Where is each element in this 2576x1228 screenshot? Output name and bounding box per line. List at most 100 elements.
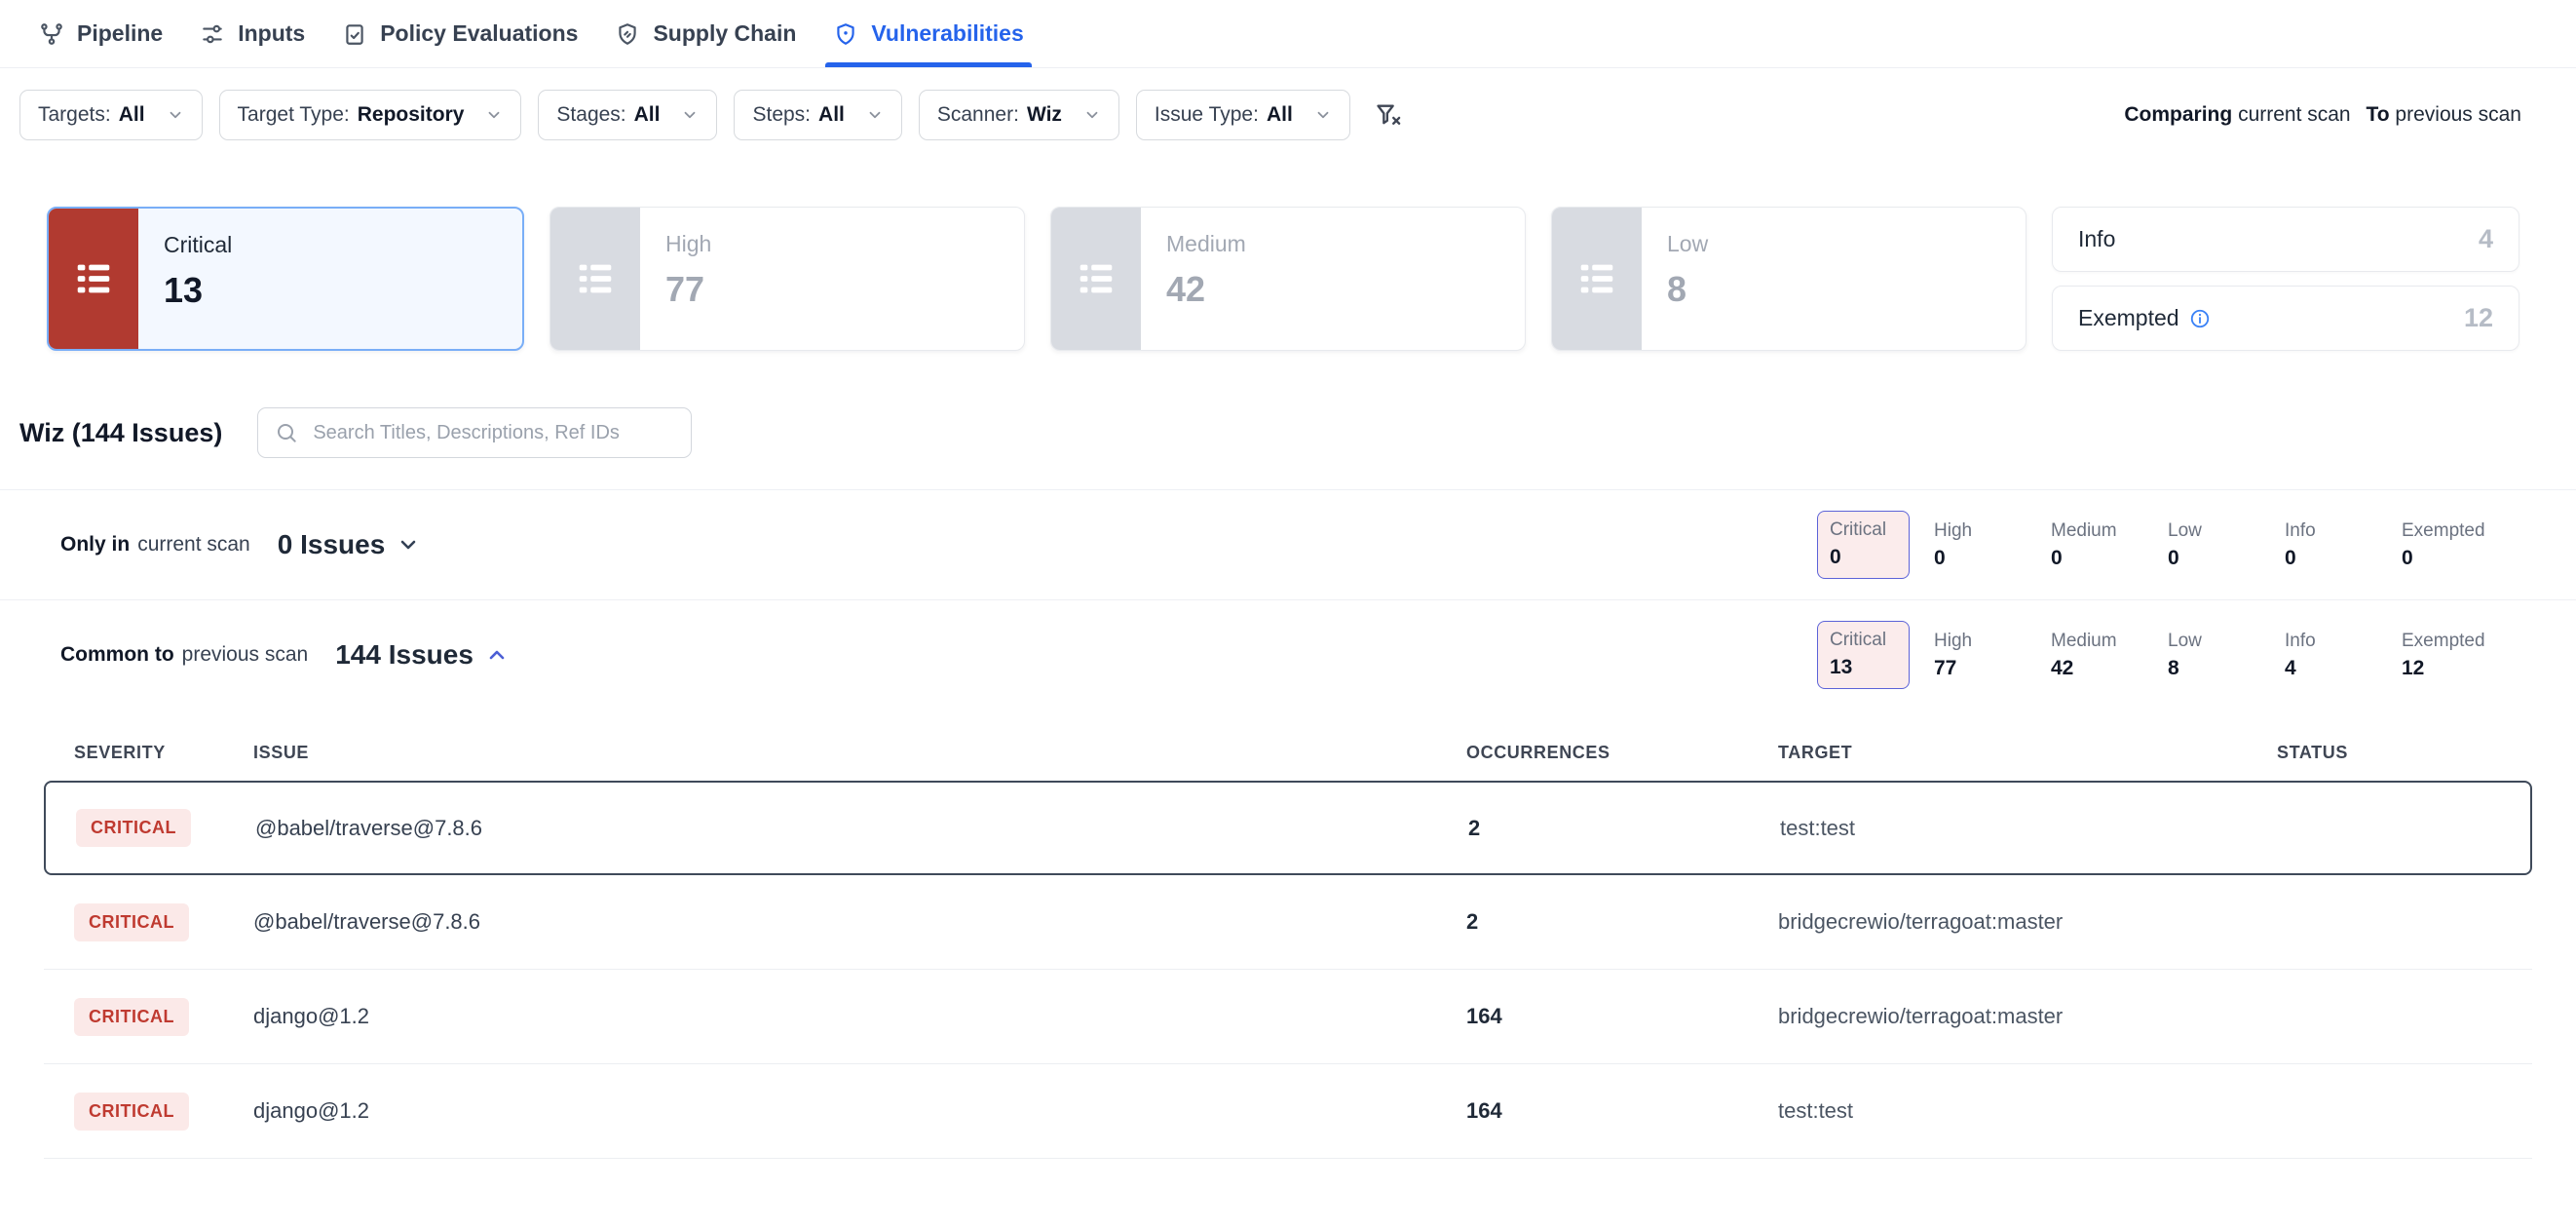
table-row[interactable]: CRITICAL django@1.2 164 bridgecrewio/ter…: [44, 970, 2532, 1064]
table-header-row: SEVERITY ISSUE OCCURRENCES TARGET STATUS: [44, 723, 2532, 781]
section-scope: current scan: [137, 533, 250, 556]
tab-policy-evaluations[interactable]: Policy Evaluations: [328, 0, 591, 67]
severity-card-value: 8: [1667, 269, 1708, 310]
count-low[interactable]: Low 0: [2168, 520, 2285, 570]
issue-name: @babel/traverse@7.8.6: [223, 909, 1436, 935]
tab-supply-chain[interactable]: Supply Chain: [601, 0, 810, 67]
count-exempted[interactable]: Exempted 12: [2402, 631, 2519, 680]
count-value: 0: [2402, 547, 2519, 570]
issues-table: SEVERITY ISSUE OCCURRENCES TARGET STATUS…: [0, 723, 2576, 1159]
tab-label: Supply Chain: [653, 20, 796, 47]
severity-card-label: High: [665, 231, 711, 257]
filter-target-type[interactable]: Target Type: Repository: [219, 90, 522, 140]
top-tab-bar: Pipeline Inputs Policy Evaluations Suppl…: [0, 0, 2576, 68]
chevron-down-icon: [1314, 106, 1332, 124]
count-label: Info: [2285, 520, 2402, 542]
count-value: 77: [1934, 657, 2051, 680]
section-issues-count: 144 Issues: [335, 639, 474, 671]
count-info[interactable]: Info 4: [2285, 631, 2402, 680]
count-value: 0: [1934, 547, 2051, 570]
occurrences: 164: [1436, 1004, 1748, 1029]
col-occurrences: OCCURRENCES: [1436, 743, 1748, 763]
search-input[interactable]: [257, 407, 692, 458]
comparing-label: Comparing: [2124, 103, 2232, 126]
count-critical[interactable]: Critical 13: [1817, 621, 1910, 689]
count-info[interactable]: Info 0: [2285, 520, 2402, 570]
comparing-previous: previous scan: [2395, 103, 2521, 126]
severity-badge: CRITICAL: [74, 998, 189, 1036]
severity-card-high[interactable]: High 77: [549, 207, 1025, 351]
tab-inputs[interactable]: Inputs: [186, 0, 319, 67]
side-severity-column: Info 4 Exempted 12: [2052, 207, 2519, 351]
filter-label: Stages:: [556, 103, 625, 127]
count-critical[interactable]: Critical 0: [1817, 511, 1910, 579]
issue-name: django@1.2: [223, 1098, 1436, 1124]
comparing-to-label: To: [2366, 103, 2389, 126]
severity-card-critical[interactable]: Critical 13: [47, 207, 524, 351]
count-value: 0: [2051, 547, 2168, 570]
count-label: Medium: [2051, 631, 2168, 652]
severity-cards-row: Critical 13 High 77 Medium 42 Low 8 I: [0, 207, 2576, 351]
count-value: 8: [2168, 657, 2285, 680]
compare-header: Comparing current scan To previous scan: [2124, 103, 2549, 127]
count-label: Low: [2168, 520, 2285, 542]
col-issue: ISSUE: [223, 743, 1436, 763]
count-label: High: [1934, 520, 2051, 542]
severity-card-label: Critical: [164, 232, 232, 258]
table-row[interactable]: CRITICAL @babel/traverse@7.8.6 2 test:te…: [44, 781, 2532, 875]
target: test:test: [1750, 816, 2249, 841]
tab-label: Inputs: [238, 20, 305, 47]
count-medium[interactable]: Medium 42: [2051, 631, 2168, 680]
count-label: Critical: [1830, 519, 1909, 541]
occurrences: 2: [1436, 909, 1748, 935]
severity-badge: CRITICAL: [76, 809, 191, 847]
clear-filters-icon[interactable]: [1375, 101, 1402, 129]
section-issues-toggle[interactable]: 0 Issues: [278, 529, 421, 560]
count-high[interactable]: High 77: [1934, 631, 2051, 680]
shield-bug-icon: [833, 21, 858, 47]
section-prefix: Only in: [60, 533, 130, 556]
count-value: 42: [2051, 657, 2168, 680]
tab-label: Pipeline: [77, 20, 163, 47]
severity-card-info[interactable]: Info 4: [2052, 207, 2519, 272]
occurrences: 2: [1438, 816, 1750, 841]
severity-card-low[interactable]: Low 8: [1551, 207, 2027, 351]
severity-card-label: Info: [2078, 226, 2115, 252]
filter-scanner[interactable]: Scanner: Wiz: [919, 90, 1119, 140]
filter-label: Target Type:: [238, 103, 350, 127]
severity-list-icon: [1051, 208, 1141, 350]
severity-card-value: 42: [1166, 269, 1246, 310]
severity-card-value: 13: [164, 270, 232, 311]
severity-card-value: 12: [2464, 303, 2493, 333]
pipeline-icon: [39, 21, 64, 47]
severity-card-exempted[interactable]: Exempted 12: [2052, 286, 2519, 351]
col-severity: SEVERITY: [44, 743, 223, 763]
shield-link-icon: [615, 21, 640, 47]
severity-card-medium[interactable]: Medium 42: [1050, 207, 1526, 351]
col-status: STATUS: [2247, 743, 2532, 763]
filter-issue-type[interactable]: Issue Type: All: [1136, 90, 1350, 140]
filter-value: All: [634, 103, 661, 127]
filter-stages[interactable]: Stages: All: [538, 90, 717, 140]
filter-value: Repository: [358, 103, 465, 127]
table-row[interactable]: CRITICAL @babel/traverse@7.8.6 2 bridgec…: [44, 875, 2532, 970]
tab-vulnerabilities[interactable]: Vulnerabilities: [819, 0, 1037, 67]
info-icon[interactable]: [2189, 308, 2211, 329]
clipboard-check-icon: [342, 21, 367, 47]
section-issues-toggle[interactable]: 144 Issues: [335, 639, 509, 671]
filter-value: Wiz: [1027, 103, 1062, 127]
section-severity-counts: Critical 13 High 77 Medium 42 Low 8 Info…: [1817, 630, 2519, 680]
count-low[interactable]: Low 8: [2168, 631, 2285, 680]
issue-name: @babel/traverse@7.8.6: [225, 816, 1438, 841]
table-row[interactable]: CRITICAL django@1.2 164 test:test: [44, 1064, 2532, 1159]
filter-targets[interactable]: Targets: All: [19, 90, 203, 140]
count-medium[interactable]: Medium 0: [2051, 520, 2168, 570]
filter-steps[interactable]: Steps: All: [734, 90, 901, 140]
tab-pipeline[interactable]: Pipeline: [25, 0, 176, 67]
count-exempted[interactable]: Exempted 0: [2402, 520, 2519, 570]
severity-card-label: Medium: [1166, 231, 1246, 257]
tab-label: Vulnerabilities: [871, 20, 1023, 47]
chevron-down-icon: [397, 533, 420, 556]
count-label: High: [1934, 631, 2051, 652]
count-high[interactable]: High 0: [1934, 520, 2051, 570]
